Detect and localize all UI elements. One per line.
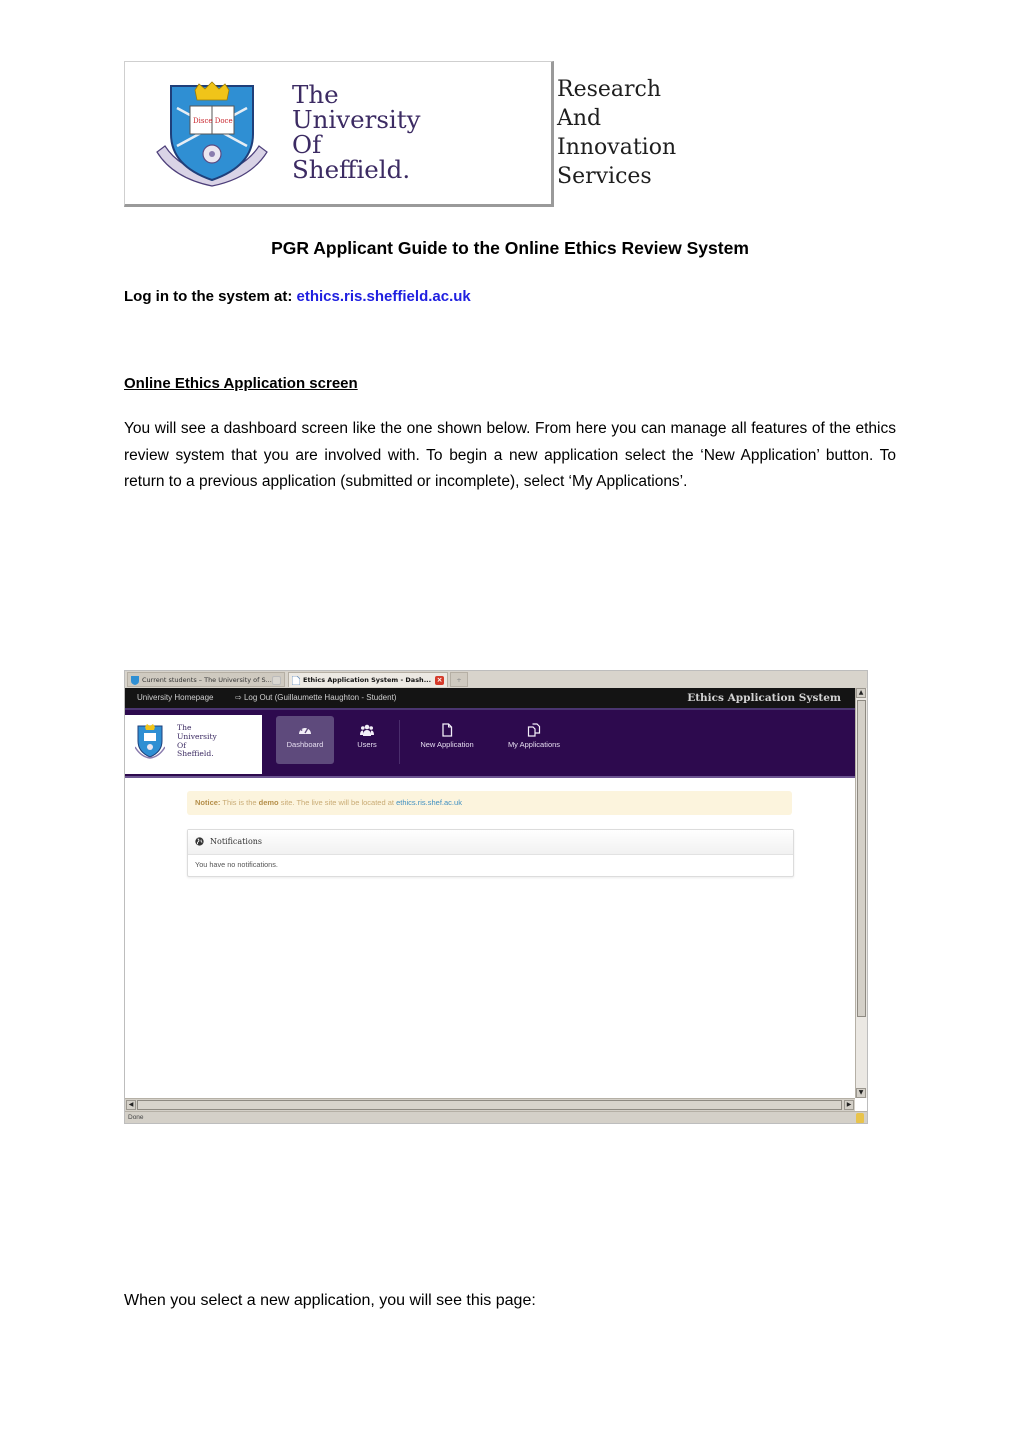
university-name-line: Sheffield. <box>292 155 411 184</box>
notice-text: This is the <box>220 798 259 807</box>
university-homepage-link[interactable]: University Homepage <box>137 691 213 705</box>
login-label: Log in to the system at: <box>124 288 297 305</box>
nav-divider <box>399 720 400 764</box>
logo-text-line: Sheffield. <box>177 749 214 759</box>
nav-label: My Applications <box>507 740 561 749</box>
university-logo-box: Disce Doce The University Of Sheffield. <box>124 61 554 207</box>
logout-icon: ⇨ <box>235 693 244 702</box>
globe-icon <box>195 837 204 846</box>
university-crest-icon: Disce Doce <box>156 81 268 187</box>
notifications-title: Notifications <box>210 837 263 846</box>
app-top-bar: University Homepage ⇨ Log Out (Guillaume… <box>125 688 855 710</box>
notifications-empty-message: You have no notifications. <box>195 860 278 869</box>
live-site-link[interactable]: ethics.ris.shef.ac.uk <box>396 798 462 807</box>
header-banner: Disce Doce The University Of Sheffield. … <box>124 61 724 207</box>
nav-my-applications[interactable]: My Applications <box>497 716 571 764</box>
department-name: Research And Innovation Services <box>557 75 676 191</box>
university-crest-icon <box>135 724 165 759</box>
scroll-right-button[interactable]: ▶ <box>844 1100 854 1110</box>
browser-tab-bar: Current students – The University of S..… <box>125 671 867 689</box>
scroll-down-button[interactable]: ▼ <box>856 1088 866 1098</box>
nav-new-application[interactable]: New Application <box>409 716 485 764</box>
nav-dashboard[interactable]: Dashboard <box>276 716 334 764</box>
notice-text: site. The live site will be located at <box>278 798 397 807</box>
nav-label: Users <box>357 740 377 749</box>
document-title: PGR Applicant Guide to the Online Ethics… <box>271 238 749 258</box>
logout-link[interactable]: ⇨ Log Out (Guillaumette Haughton - Stude… <box>235 691 396 705</box>
users-icon <box>360 724 374 736</box>
tab-close-icon[interactable] <box>272 676 281 685</box>
scroll-left-button[interactable]: ◀ <box>126 1100 136 1110</box>
main-nav: The University Of Sheffield. Dashboard U… <box>125 710 855 778</box>
nav-users[interactable]: Users <box>345 716 389 764</box>
closing-paragraph: When you select a new application, you w… <box>124 1292 536 1309</box>
browser-tab-ethics[interactable]: Ethics Application System - Dash... × <box>288 672 448 687</box>
section-heading: Online Ethics Application screen <box>124 375 358 392</box>
department-name-line: Innovation <box>557 135 677 160</box>
login-link[interactable]: ethics.ris.sheffield.ac.uk <box>297 288 471 305</box>
new-tab-button[interactable]: + <box>450 672 468 687</box>
status-text: Done <box>128 1114 144 1121</box>
vertical-scroll-thumb[interactable] <box>857 700 866 1017</box>
tab-close-icon[interactable]: × <box>435 676 444 685</box>
horizontal-scrollbar[interactable]: ◀ ▶ <box>125 1098 855 1111</box>
university-name-line: The <box>292 80 339 109</box>
university-name-line: University <box>292 105 421 134</box>
department-name-line: And <box>557 106 602 131</box>
notifications-panel: Notifications You have no notifications. <box>187 829 794 877</box>
documents-icon <box>527 723 541 737</box>
dashboard-screenshot: Current students – The University of S..… <box>124 670 868 1124</box>
notice-label: Notice: <box>195 798 221 807</box>
logo-text: The University Of Sheffield. <box>177 723 217 759</box>
logout-label: Log Out (Guillaumette Haughton - Student… <box>243 693 397 702</box>
nav-label: New Application <box>420 740 474 749</box>
app-title: Ethics Application System <box>687 692 841 704</box>
notifications-header: Notifications <box>188 830 793 855</box>
intro-paragraph: You will see a dashboard screen like the… <box>124 420 896 491</box>
university-name: The University Of Sheffield. <box>292 82 420 182</box>
notice-emphasis: demo <box>258 798 279 807</box>
shield-favicon-icon <box>131 676 139 685</box>
department-name-line: Research <box>557 77 662 102</box>
lock-icon <box>856 1113 864 1123</box>
vertical-scrollbar[interactable]: ▲ ▼ <box>855 688 867 1098</box>
dashboard-gauge-icon <box>299 725 311 734</box>
tab-label: Current students – The University of S..… <box>142 676 272 684</box>
department-name-line: Services <box>557 164 652 189</box>
university-name-line: Of <box>292 130 322 159</box>
browser-tab-current-students[interactable]: Current students – The University of S..… <box>127 672 285 687</box>
scroll-up-button[interactable]: ▲ <box>856 688 866 698</box>
nav-label: Dashboard <box>286 740 324 749</box>
svg-text:Disce Doce: Disce Doce <box>193 117 233 125</box>
horizontal-scroll-thumb[interactable] <box>137 1100 842 1110</box>
new-document-icon <box>442 723 453 737</box>
app-logo[interactable]: The University Of Sheffield. <box>125 715 262 774</box>
login-instruction: Log in to the system at: ethics.ris.shef… <box>124 288 471 305</box>
page-favicon-icon <box>292 676 300 685</box>
tab-label: Ethics Application System - Dash... <box>303 676 432 684</box>
browser-status-bar: Done <box>125 1111 867 1123</box>
demo-notice-alert: Notice: This is the demo site. The live … <box>187 791 792 815</box>
